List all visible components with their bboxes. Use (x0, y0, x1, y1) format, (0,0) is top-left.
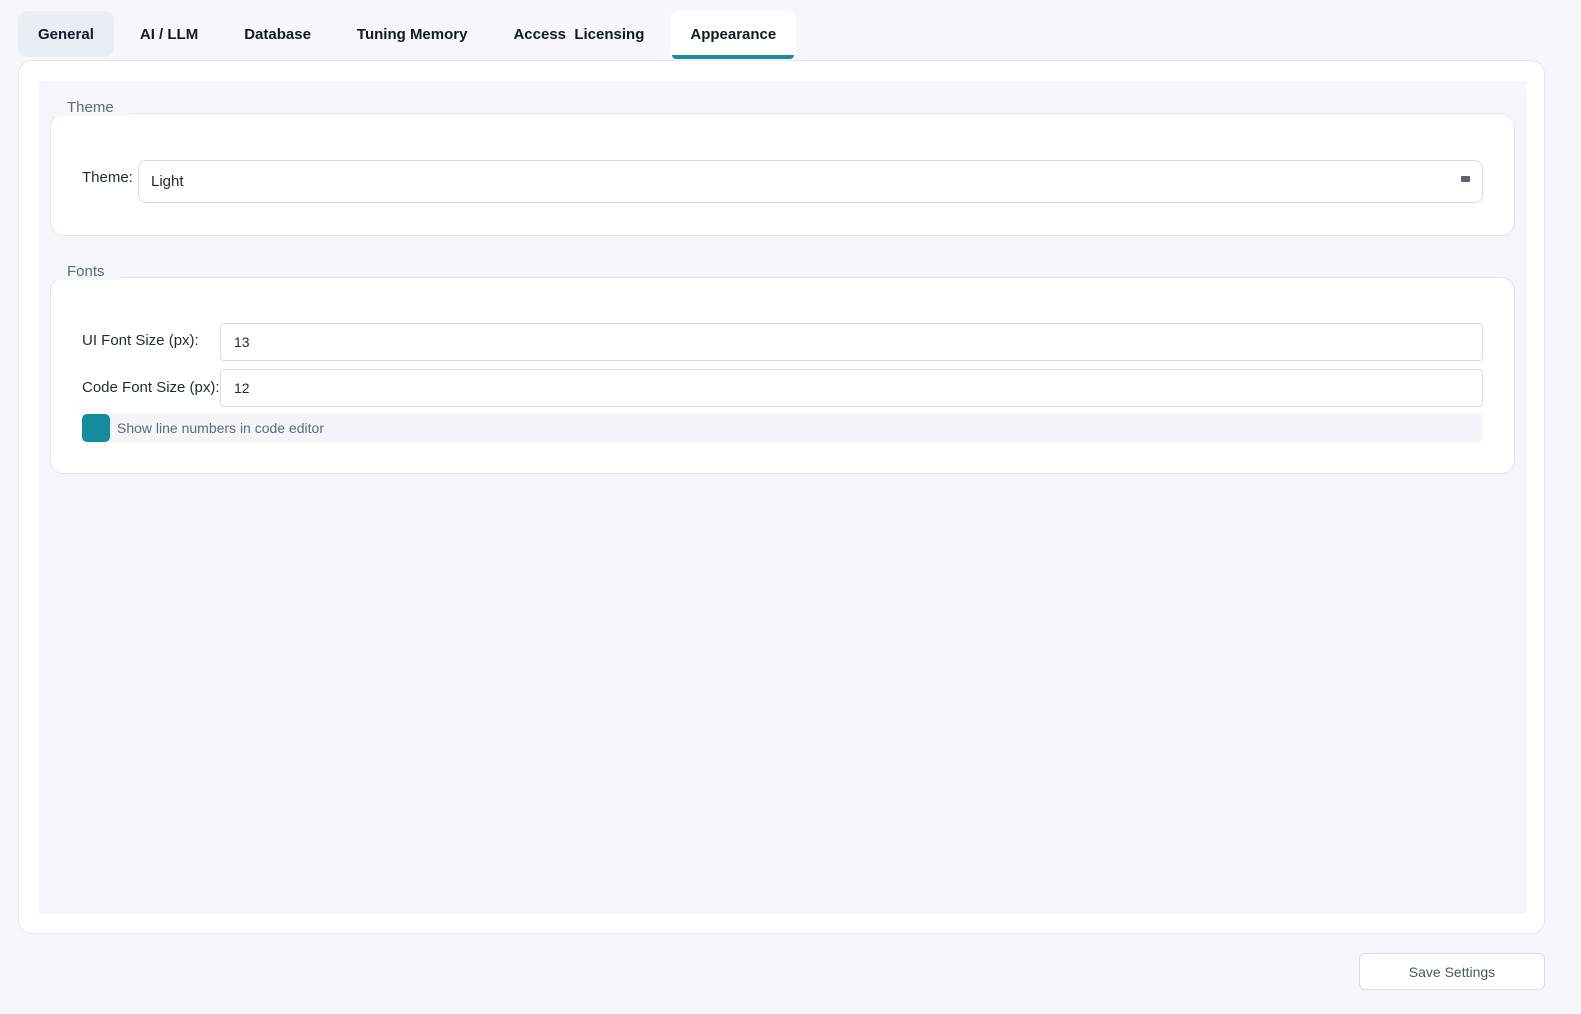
theme-select-value: Light (151, 173, 184, 190)
line-numbers-label: Show line numbers in code editor (117, 420, 325, 436)
tab-access-licensing[interactable]: Access Licensing (493, 11, 664, 57)
theme-group-legend: Theme (51, 99, 130, 116)
tab-ai-llm[interactable]: AI / LLM (120, 11, 218, 57)
ui-font-size-input[interactable]: 13 (220, 323, 1483, 361)
code-font-size-label: Code Font Size (px): (82, 379, 220, 396)
settings-tabbar: General AI / LLM Database Tuning Memory … (18, 11, 802, 59)
dropdown-indicator-icon (1461, 176, 1470, 182)
settings-panel: Theme Theme: Light Fonts UI Font Size (p… (18, 60, 1545, 934)
ui-font-size-label: UI Font Size (px): (82, 332, 199, 349)
tab-appearance[interactable]: Appearance (670, 11, 797, 59)
tab-general[interactable]: General (18, 11, 114, 57)
code-font-size-input[interactable]: 12 (220, 369, 1483, 407)
settings-content: Theme Theme: Light Fonts UI Font Size (p… (39, 81, 1526, 914)
theme-label: Theme: (82, 169, 133, 186)
tab-tuning-memory[interactable]: Tuning Memory (337, 11, 488, 57)
line-numbers-checkbox[interactable] (82, 414, 110, 442)
tab-database[interactable]: Database (224, 11, 331, 57)
theme-select[interactable]: Light (138, 160, 1483, 203)
fonts-group-legend: Fonts (51, 263, 121, 280)
line-numbers-option[interactable]: Show line numbers in code editor (82, 414, 1483, 442)
save-settings-button[interactable]: Save Settings (1359, 953, 1545, 990)
